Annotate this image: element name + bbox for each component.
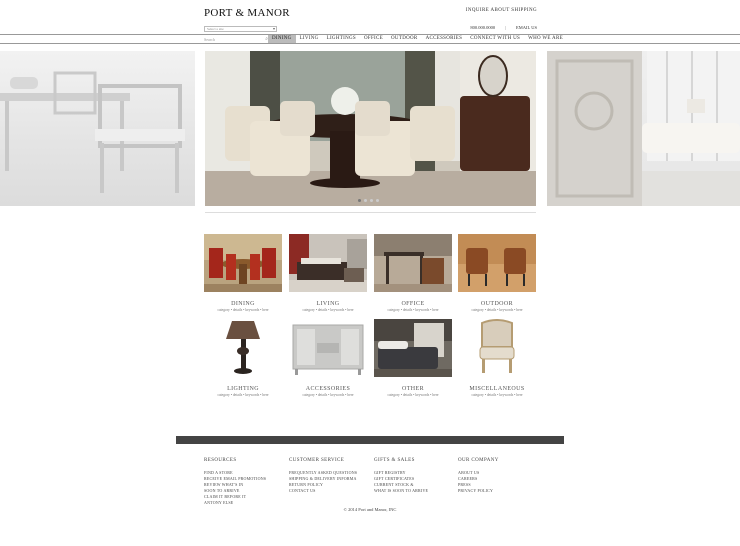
category-title[interactable]: ACCESSORIES [289,386,367,392]
navigation-bar: Search ⌕ DINING LIVING LIGHTINGS OFFICE … [0,34,740,44]
slider-dot[interactable] [370,199,373,202]
copyright-text: © 2014 Port and Manor, INC [343,507,397,512]
category-accessories[interactable]: ACCESSORIES category • details • keyword… [289,319,367,397]
nav-accessories[interactable]: ACCESSORIES [422,35,467,43]
slider-dot[interactable] [364,199,367,202]
next-slide-image[interactable] [547,51,740,206]
search-input[interactable]: Search ⌕ [204,36,268,43]
footer-link[interactable]: ANTONY ELSE [204,500,266,506]
living-room-image [547,51,740,206]
slider-dot[interactable] [376,199,379,202]
category-keywords: category • details • keywords • here [217,393,269,397]
previous-slide-image[interactable] [0,51,195,206]
footer-heading: GIFTS & SALES [374,458,415,463]
category-title[interactable]: OUTDOOR [458,301,536,307]
footer-column-gifts-sales: GIFTS & SALES GIFT REGISTRY GIFT CERTIFI… [374,458,428,494]
inquire-shipping-link[interactable]: INQUIRE ABOUT SHIPPING [466,8,537,13]
outdoor-thumbnail [458,234,536,292]
contact-separator: | [505,25,507,30]
phone-number: 800.000.0000 [470,25,496,30]
slider-divider [205,212,536,213]
dining-set-image [0,71,185,193]
other-thumbnail [374,319,452,377]
lighting-thumbnail [204,319,282,377]
main-nav: DINING LIVING LIGHTINGS OFFICE OUTDOOR A… [268,35,567,43]
category-title[interactable]: OFFICE [374,301,452,307]
footer-heading: OUR COMPANY [458,458,499,463]
category-title[interactable]: LIVING [289,301,367,307]
site-logo[interactable]: PORT & MANOR [204,7,290,19]
slider-dots [358,199,379,202]
slider-dot[interactable] [358,199,361,202]
search-placeholder: Search [204,37,215,42]
nav-office[interactable]: OFFICE [360,35,387,43]
footer-heading: CUSTOMER SERVICE [289,458,345,463]
dining-room-image [205,51,536,206]
category-other[interactable]: OTHER category • details • keywords • he… [374,319,452,397]
footer-bar [176,436,564,444]
contact-bar: 800.000.0000 | EMAIL US [470,25,537,30]
nav-connect-with-us[interactable]: CONNECT WITH US [466,35,524,43]
category-dining[interactable]: DINING category • details • keywords • h… [204,234,282,312]
accessories-thumbnail [289,319,367,377]
miscellaneous-thumbnail [458,319,536,377]
category-title[interactable]: MISCELLANEOUS [458,386,536,392]
footer-heading: RESOURCES [204,458,237,463]
category-keywords: category • details • keywords • here [387,393,439,397]
site-select-value: Select a site [207,27,224,31]
nav-living[interactable]: LIVING [296,35,323,43]
footer-column-resources: RESOURCES FIND A STORE RECEIVE EMAIL PRO… [204,458,266,506]
category-keywords: category • details • keywords • here [302,393,354,397]
footer-link[interactable]: WHAT IS SOON TO ARRIVE [374,488,428,494]
category-living[interactable]: LIVING category • details • keywords • h… [289,234,367,312]
category-keywords: category • details • keywords • here [217,308,269,312]
site-select[interactable]: Select a site ▾ [204,26,277,32]
nav-outdoor[interactable]: OUTDOOR [387,35,422,43]
category-title[interactable]: LIGHTING [204,386,282,392]
nav-who-we-are[interactable]: WHO WE ARE [524,35,567,43]
footer-link[interactable]: CONTACT US [289,488,357,494]
hero-slide-image[interactable] [205,51,536,206]
category-outdoor[interactable]: OUTDOOR category • details • keywords • … [458,234,536,312]
dining-thumbnail [204,234,282,292]
footer-column-customer-service: CUSTOMER SERVICE FREQUENTLY ASKED QUESTI… [289,458,357,494]
living-thumbnail [289,234,367,292]
office-thumbnail [374,234,452,292]
email-us-link[interactable]: EMAIL US [516,25,537,30]
footer-link[interactable]: PRIVACY POLICY [458,488,499,494]
category-keywords: category • details • keywords • here [302,308,354,312]
category-keywords: category • details • keywords • here [471,393,523,397]
nav-dining[interactable]: DINING [268,35,296,43]
nav-lightings[interactable]: LIGHTINGS [323,35,360,43]
category-title[interactable]: OTHER [374,386,452,392]
footer-column-our-company: OUR COMPANY ABOUT US CAREERS PRESS PRIVA… [458,458,499,494]
category-title[interactable]: DINING [204,301,282,307]
chevron-down-icon: ▾ [272,26,275,31]
category-keywords: category • details • keywords • here [387,308,439,312]
category-office[interactable]: OFFICE category • details • keywords • h… [374,234,452,312]
category-miscellaneous[interactable]: MISCELLANEOUS category • details • keywo… [458,319,536,397]
category-keywords: category • details • keywords • here [471,308,523,312]
category-lighting[interactable]: LIGHTING category • details • keywords •… [204,319,282,397]
